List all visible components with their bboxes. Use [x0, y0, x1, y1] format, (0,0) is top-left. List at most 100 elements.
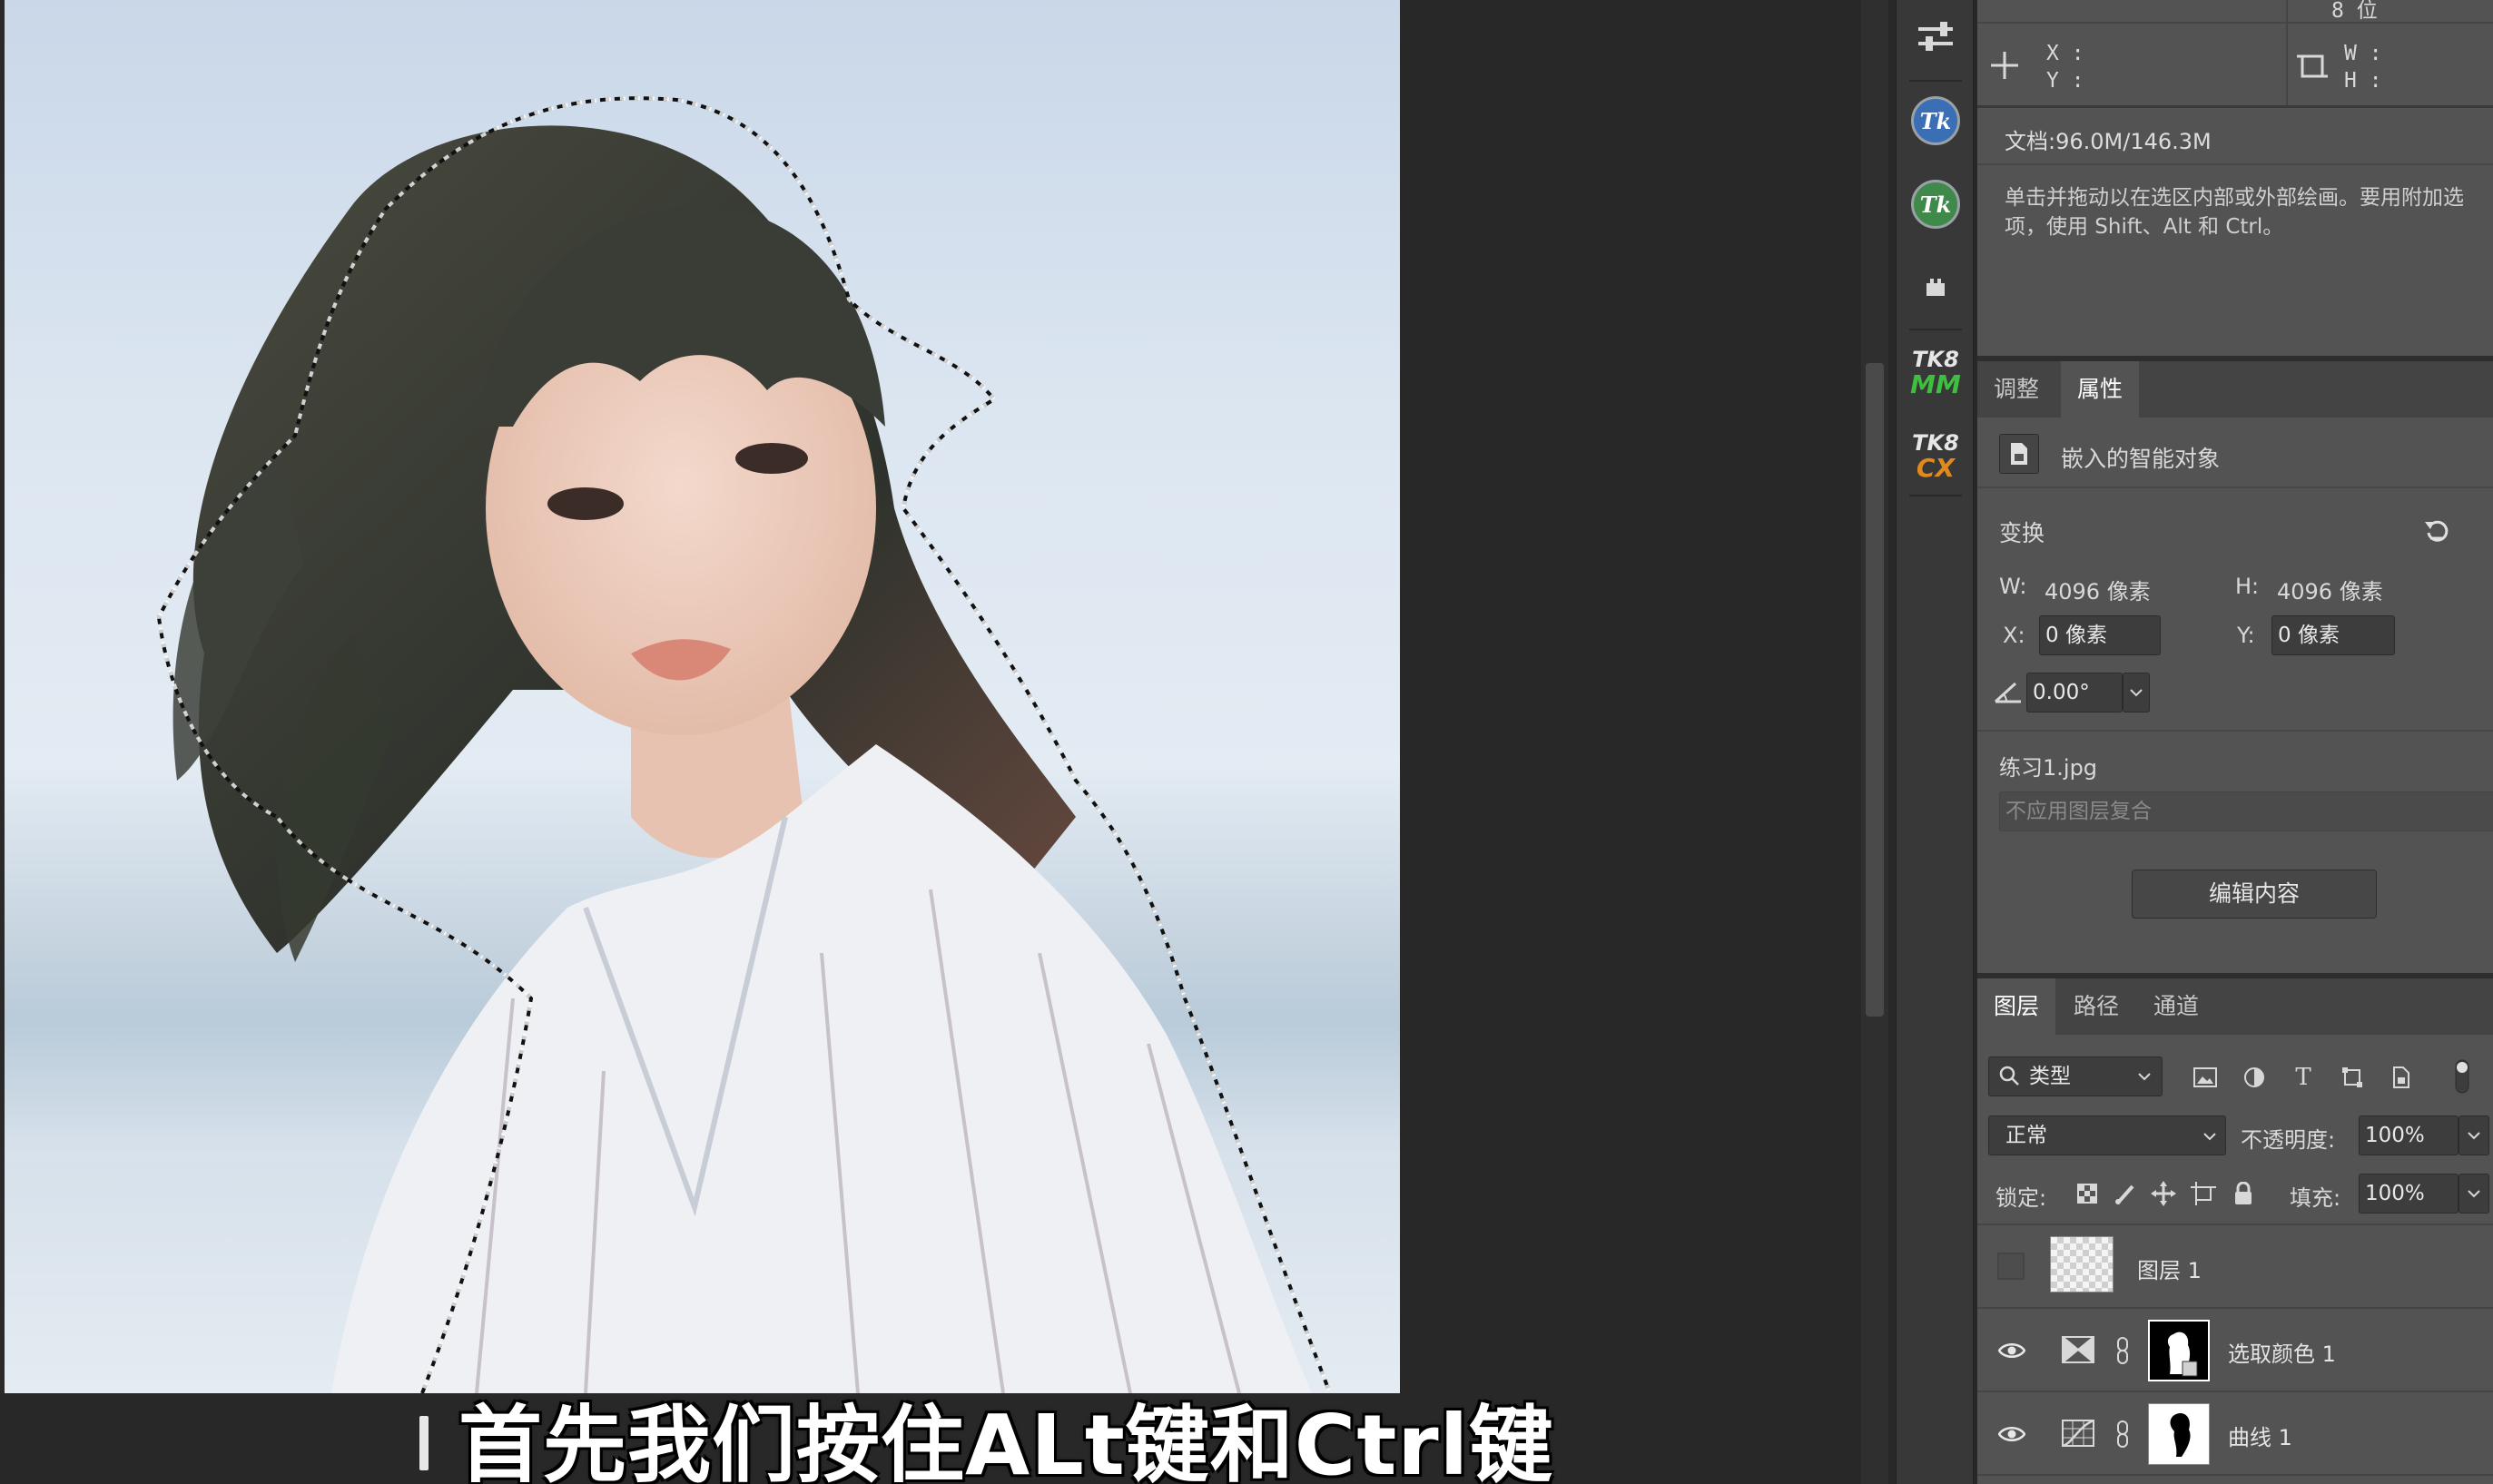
photo-illustration	[5, 96, 1400, 1393]
layer-row[interactable]: 曲线 1	[1977, 1392, 2493, 1476]
tk8-cx-icon[interactable]: TK8 CX	[1904, 424, 1967, 487]
transform-w-value: 4096 像素	[2045, 579, 2151, 604]
lock-artboard-icon[interactable]	[2188, 1178, 2219, 1209]
selection-size-icon	[2297, 51, 2328, 82]
chevron-down-icon	[2468, 1132, 2480, 1140]
plugin-toolbar: Tk Tk TK8 MM TK8 CX	[1896, 0, 1974, 1484]
blend-mode-select[interactable]: 正常	[1988, 1115, 2226, 1155]
hud-marker	[419, 1416, 429, 1470]
fill-label: 填充:	[2290, 1185, 2341, 1211]
eye-icon[interactable]	[1997, 1420, 2026, 1449]
info-x-label: X :	[2046, 42, 2084, 65]
bit-depth: 8 位	[2331, 0, 2378, 23]
divider	[1977, 22, 2493, 24]
filter-adjustment-icon[interactable]	[2239, 1062, 2270, 1093]
toolbar-separator	[1909, 329, 1962, 330]
eye-icon[interactable]	[1997, 1336, 2026, 1365]
tab-adjustments[interactable]: 调整	[1977, 361, 2055, 418]
transform-h-label: H:	[2235, 574, 2260, 599]
lock-image-pixels-icon[interactable]	[2110, 1178, 2141, 1209]
fill-input[interactable]: 100%	[2359, 1174, 2459, 1214]
info-panel: 8 位 X : Y : W : H :	[1977, 0, 2493, 107]
visibility-toggle-off[interactable]	[1997, 1253, 2025, 1280]
chevron-down-icon	[2468, 1190, 2480, 1198]
layer-row[interactable]: 选取颜色 1	[1977, 1309, 2493, 1392]
transform-w-label: W:	[1999, 574, 2027, 599]
filter-smart-object-icon[interactable]	[2386, 1062, 2417, 1093]
tab-properties[interactable]: 属性	[2061, 361, 2140, 418]
smart-object-icon	[1999, 434, 2039, 474]
tab-layers[interactable]: 图层	[1977, 978, 2056, 1035]
tk8-mm-top: TK8	[1912, 347, 1959, 372]
filter-pixel-icon[interactable]	[2190, 1062, 2221, 1093]
link-icon[interactable]	[2114, 1418, 2132, 1450]
properties-tabbar: 调整 属性	[1977, 361, 2493, 418]
opacity-input[interactable]: 100%	[2359, 1115, 2459, 1155]
reset-transform-icon[interactable]	[2419, 512, 2455, 548]
info-h-label: H :	[2344, 69, 2382, 93]
tk7-green-badge: Tk	[1911, 180, 1960, 229]
divider	[1977, 730, 2493, 732]
lock-position-icon[interactable]	[2148, 1178, 2179, 1209]
selective-color-adjustment-icon	[2061, 1334, 2095, 1365]
layer-comp-select[interactable]: 不应用图层复合	[1999, 791, 2493, 831]
filter-toggle[interactable]	[2451, 1056, 2473, 1096]
filter-type-icon[interactable]: T	[2288, 1062, 2319, 1093]
tk8-mm-icon[interactable]: TK8 MM	[1904, 340, 1967, 404]
document-canvas[interactable]	[5, 0, 1400, 1393]
tk8-mm-bottom: MM	[1910, 369, 1961, 399]
transform-heading: 变换	[1999, 520, 2045, 546]
opacity-dropdown[interactable]	[2459, 1115, 2489, 1155]
scrollbar-thumb[interactable]	[1866, 363, 1884, 1017]
opacity-label: 不透明度:	[2241, 1127, 2336, 1153]
chevron-down-icon	[2130, 689, 2143, 697]
tk8-cx-top: TK8	[1912, 430, 1959, 456]
layer-mask-thumbnail[interactable]	[2148, 1403, 2210, 1465]
layer-row[interactable]: 图层 1	[1977, 1225, 2493, 1309]
linked-file-name: 练习1.jpg	[1999, 755, 2098, 781]
tab-channels[interactable]: 通道	[2137, 978, 2215, 1035]
search-icon	[1997, 1064, 2021, 1087]
tk7-icon[interactable]: Tk	[1904, 89, 1967, 152]
rotation-angle-input[interactable]: 0.00°	[2026, 673, 2123, 713]
chevron-down-icon	[2201, 1127, 2219, 1145]
angle-dropdown[interactable]	[2123, 673, 2150, 713]
lock-transparent-pixels-icon[interactable]	[2072, 1178, 2103, 1209]
transform-y-input[interactable]: 0 像素	[2271, 615, 2395, 655]
transform-y-label: Y:	[2237, 623, 2255, 648]
tab-paths[interactable]: 路径	[2057, 978, 2135, 1035]
canvas-pasteboard	[1400, 0, 1861, 1484]
lock-label: 锁定:	[1995, 1185, 2047, 1211]
edit-contents-button[interactable]: 编辑内容	[2132, 870, 2377, 919]
transform-x-input[interactable]: 0 像素	[2039, 615, 2161, 655]
link-icon[interactable]	[2114, 1334, 2132, 1367]
divider	[1977, 105, 2493, 108]
layer-mask-thumbnail[interactable]	[2148, 1320, 2210, 1381]
plugin-icon[interactable]	[1904, 256, 1967, 319]
filter-shape-icon[interactable]	[2337, 1062, 2368, 1093]
tk7-badge: Tk	[1911, 96, 1960, 145]
layer-filter-label: 类型	[2029, 1065, 2071, 1088]
crosshair-icon	[1988, 49, 2021, 82]
transform-x-label: X:	[2003, 623, 2025, 648]
tk8-cx-bottom: CX	[1916, 453, 1956, 483]
object-type: 嵌入的智能对象	[2061, 446, 2221, 472]
info-y-label: Y :	[2046, 69, 2084, 93]
lock-all-icon[interactable]	[2228, 1178, 2259, 1209]
document-size: 文档:96.0M/146.3M	[2005, 129, 2212, 154]
layers-tabbar: 图层 路径 通道	[1977, 978, 2493, 1035]
divider	[1977, 163, 2493, 165]
layer-name[interactable]: 图层 1	[2137, 1253, 2202, 1284]
tk7-green-icon[interactable]: Tk	[1904, 172, 1967, 236]
toolbar-separator	[1909, 80, 1962, 82]
layer-name[interactable]: 曲线 1	[2228, 1420, 2292, 1451]
chevron-down-icon	[2135, 1067, 2153, 1086]
toolbar-separator	[1909, 495, 1962, 496]
divider	[1977, 486, 2493, 488]
fill-dropdown[interactable]	[2459, 1174, 2489, 1214]
divider	[2286, 0, 2288, 107]
adjust-sliders-icon[interactable]	[1904, 7, 1967, 71]
layer-name[interactable]: 选取颜色 1	[2228, 1336, 2336, 1368]
layer-thumbnail	[2050, 1236, 2114, 1292]
transform-h-value: 4096 像素	[2277, 579, 2383, 604]
